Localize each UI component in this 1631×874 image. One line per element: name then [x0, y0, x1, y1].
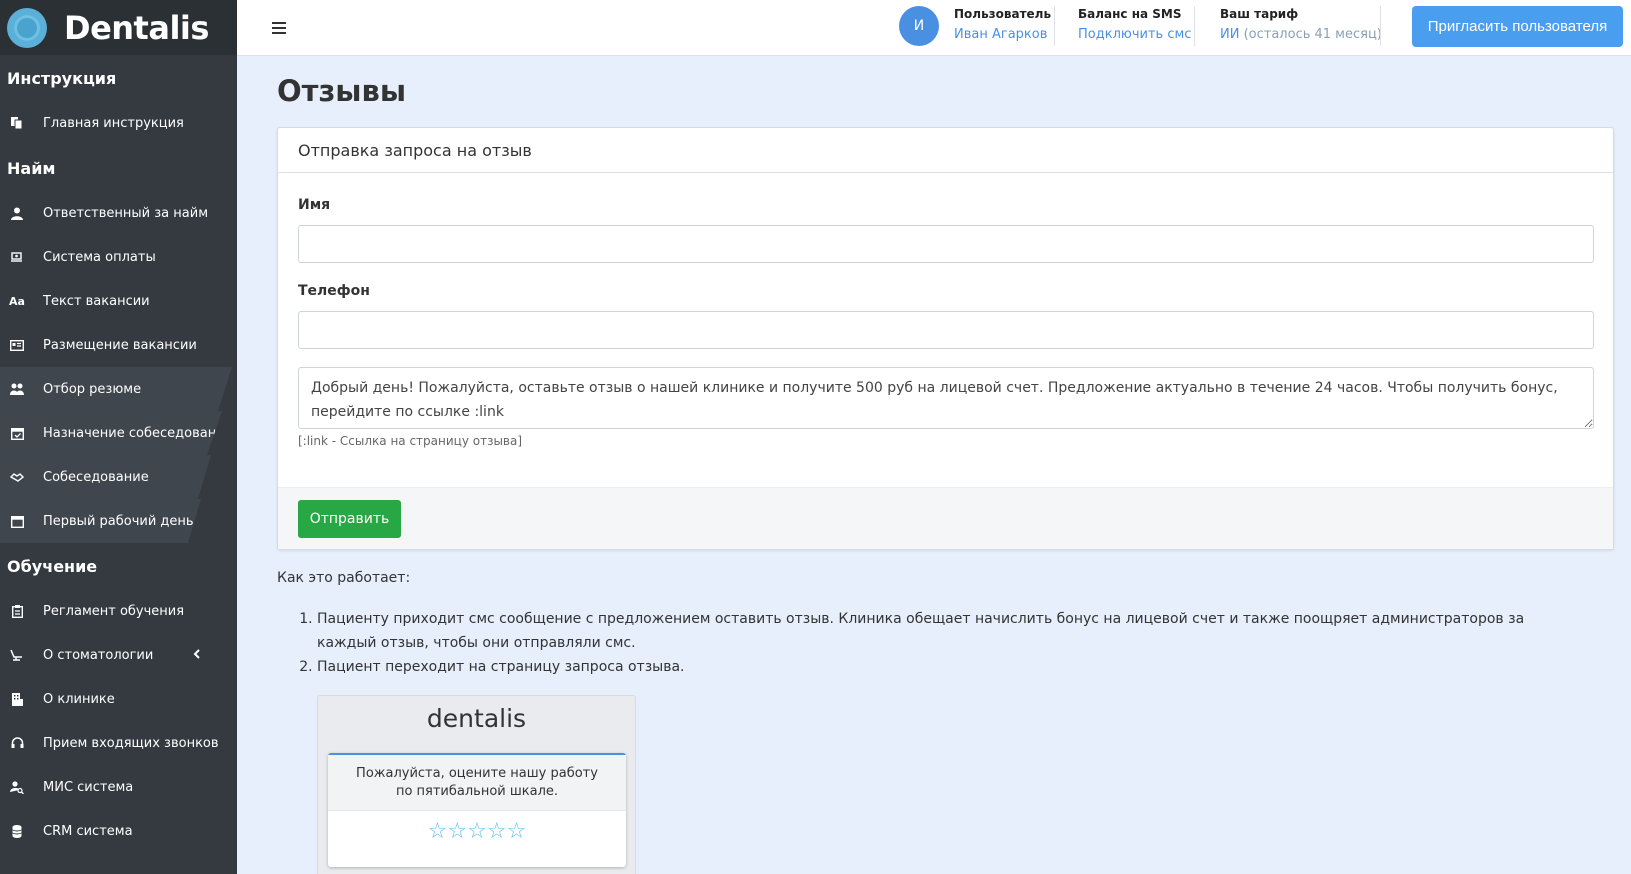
message-textarea[interactable]: [298, 367, 1594, 429]
sms-balance-block: Баланс на SMS Подключить смс: [1078, 7, 1191, 42]
copy-icon: [10, 116, 24, 130]
brand-logo-icon: [7, 7, 47, 48]
dental-chair-icon: [10, 648, 24, 662]
how-it-works-title: Как это работает:: [277, 570, 411, 586]
preview-brand: dentalis: [426, 704, 527, 733]
how-it-works-steps: Пациенту приходит смс сообщение с предло…: [317, 607, 1587, 679]
sidebar-section-hiring: Найм: [7, 158, 56, 178]
users-icon: [10, 382, 24, 396]
star-icon[interactable]: ☆: [428, 820, 448, 844]
card-title: Отправка запроса на отзыв: [278, 128, 1613, 173]
sidebar: Dentalis Инструкция Главная инструкция Н…: [0, 0, 237, 874]
invite-user-button[interactable]: Пригласить пользователя: [1412, 6, 1623, 47]
database-icon: [10, 824, 24, 838]
user-tie-icon: [10, 206, 24, 220]
name-input[interactable]: [298, 225, 1594, 263]
brand-name: Dentalis: [64, 8, 209, 47]
sidebar-item-interview[interactable]: Собеседование: [0, 455, 211, 499]
sidebar-item-interview-scheduling[interactable]: Назначение собеседования: [0, 411, 222, 455]
phone-label: Телефон: [298, 283, 370, 299]
hamburger-menu-icon[interactable]: [271, 16, 287, 40]
money-exchange-icon: [10, 250, 24, 264]
header-divider: [1194, 6, 1195, 46]
sidebar-item-about-clinic[interactable]: О клинике: [0, 677, 237, 721]
sidebar-item-training-rules[interactable]: Регламент обучения: [0, 589, 237, 633]
tariff-remaining: (осталось 41 месяц): [1243, 27, 1382, 42]
rating-box: Пожалуйста, оцените нашу работу по пятиб…: [328, 753, 626, 867]
list-item: Пациенту приходит смс сообщение с предло…: [317, 607, 1587, 655]
tariff-value-link[interactable]: ИИ (осталось 41 месяц): [1220, 27, 1382, 42]
sidebar-item-vacancy-text[interactable]: Aa Текст вакансии: [0, 279, 237, 323]
star-rating[interactable]: ☆ ☆ ☆ ☆ ☆: [328, 820, 626, 844]
header-divider: [1380, 6, 1381, 46]
sidebar-section-training: Обучение: [7, 556, 98, 576]
sidebar-item-payment-system[interactable]: Система оплаты: [0, 235, 237, 279]
chevron-left-icon[interactable]: [193, 648, 200, 662]
calendar-icon: [10, 514, 24, 528]
building-icon: [10, 692, 24, 706]
user-name-link[interactable]: Иван Агарков: [954, 27, 1051, 42]
star-icon[interactable]: ☆: [467, 820, 487, 844]
link-hint: [:link - Ссылка на страницу отзыва]: [298, 434, 523, 448]
star-icon[interactable]: ☆: [507, 820, 527, 844]
brand[interactable]: Dentalis: [0, 0, 237, 55]
id-card-icon: [10, 338, 24, 352]
sidebar-item-incoming-calls[interactable]: Прием входящих звонков: [0, 721, 237, 765]
user-block: Пользователь Иван Агарков: [954, 7, 1051, 42]
handshake-icon: [10, 470, 24, 484]
tariff-label: Ваш тариф: [1220, 7, 1299, 21]
connect-sms-link[interactable]: Подключить смс: [1078, 27, 1191, 42]
header-divider: [1054, 6, 1055, 46]
star-icon[interactable]: ☆: [447, 820, 467, 844]
sidebar-item-main-instruction[interactable]: Главная инструкция: [0, 101, 237, 145]
review-page-preview: dentalis Пожалуйста, оцените нашу работу…: [317, 695, 636, 874]
clipboard-icon: [10, 604, 24, 618]
sidebar-item-vacancy-posting[interactable]: Размещение вакансии: [0, 323, 237, 367]
list-item: Пациент переходит на страницу запроса от…: [317, 655, 1587, 679]
submit-button[interactable]: Отправить: [298, 500, 401, 538]
headset-icon: [10, 736, 24, 750]
user-label: Пользователь: [954, 7, 1052, 21]
top-header: И Пользователь Иван Агарков Баланс на SM…: [237, 0, 1631, 56]
font-icon: Aa: [9, 294, 25, 308]
user-search-icon: [10, 780, 24, 794]
sms-balance-label: Баланс на SMS: [1078, 7, 1182, 21]
name-label: Имя: [298, 197, 331, 213]
rating-prompt: Пожалуйста, оцените нашу работу по пятиб…: [328, 755, 626, 811]
tariff-block: Ваш тариф ИИ (осталось 41 месяц): [1220, 7, 1382, 42]
avatar[interactable]: И: [899, 6, 939, 46]
review-request-card: Отправка запроса на отзыв Имя Телефон [:…: [277, 127, 1614, 550]
sidebar-item-first-work-day[interactable]: Первый рабочий день: [0, 499, 201, 543]
sidebar-item-crm-system[interactable]: CRM система: [0, 809, 237, 853]
main-content: Отзывы Отправка запроса на отзыв Имя Тел…: [277, 56, 1614, 874]
sidebar-item-resume-selection[interactable]: Отбор резюме: [0, 367, 232, 411]
sidebar-section-instruction: Инструкция: [7, 68, 117, 88]
tariff-name: ИИ: [1220, 27, 1240, 42]
card-footer: Отправить: [278, 487, 1613, 549]
phone-input[interactable]: [298, 311, 1594, 349]
sidebar-item-mis-system[interactable]: МИС система: [0, 765, 237, 809]
sidebar-item-about-dentistry[interactable]: О стоматологии: [0, 633, 237, 677]
sidebar-item-hiring-owner[interactable]: Ответственный за найм: [0, 191, 237, 235]
star-icon[interactable]: ☆: [487, 820, 507, 844]
calendar-check-icon: [10, 426, 24, 440]
page-title: Отзывы: [277, 74, 407, 108]
